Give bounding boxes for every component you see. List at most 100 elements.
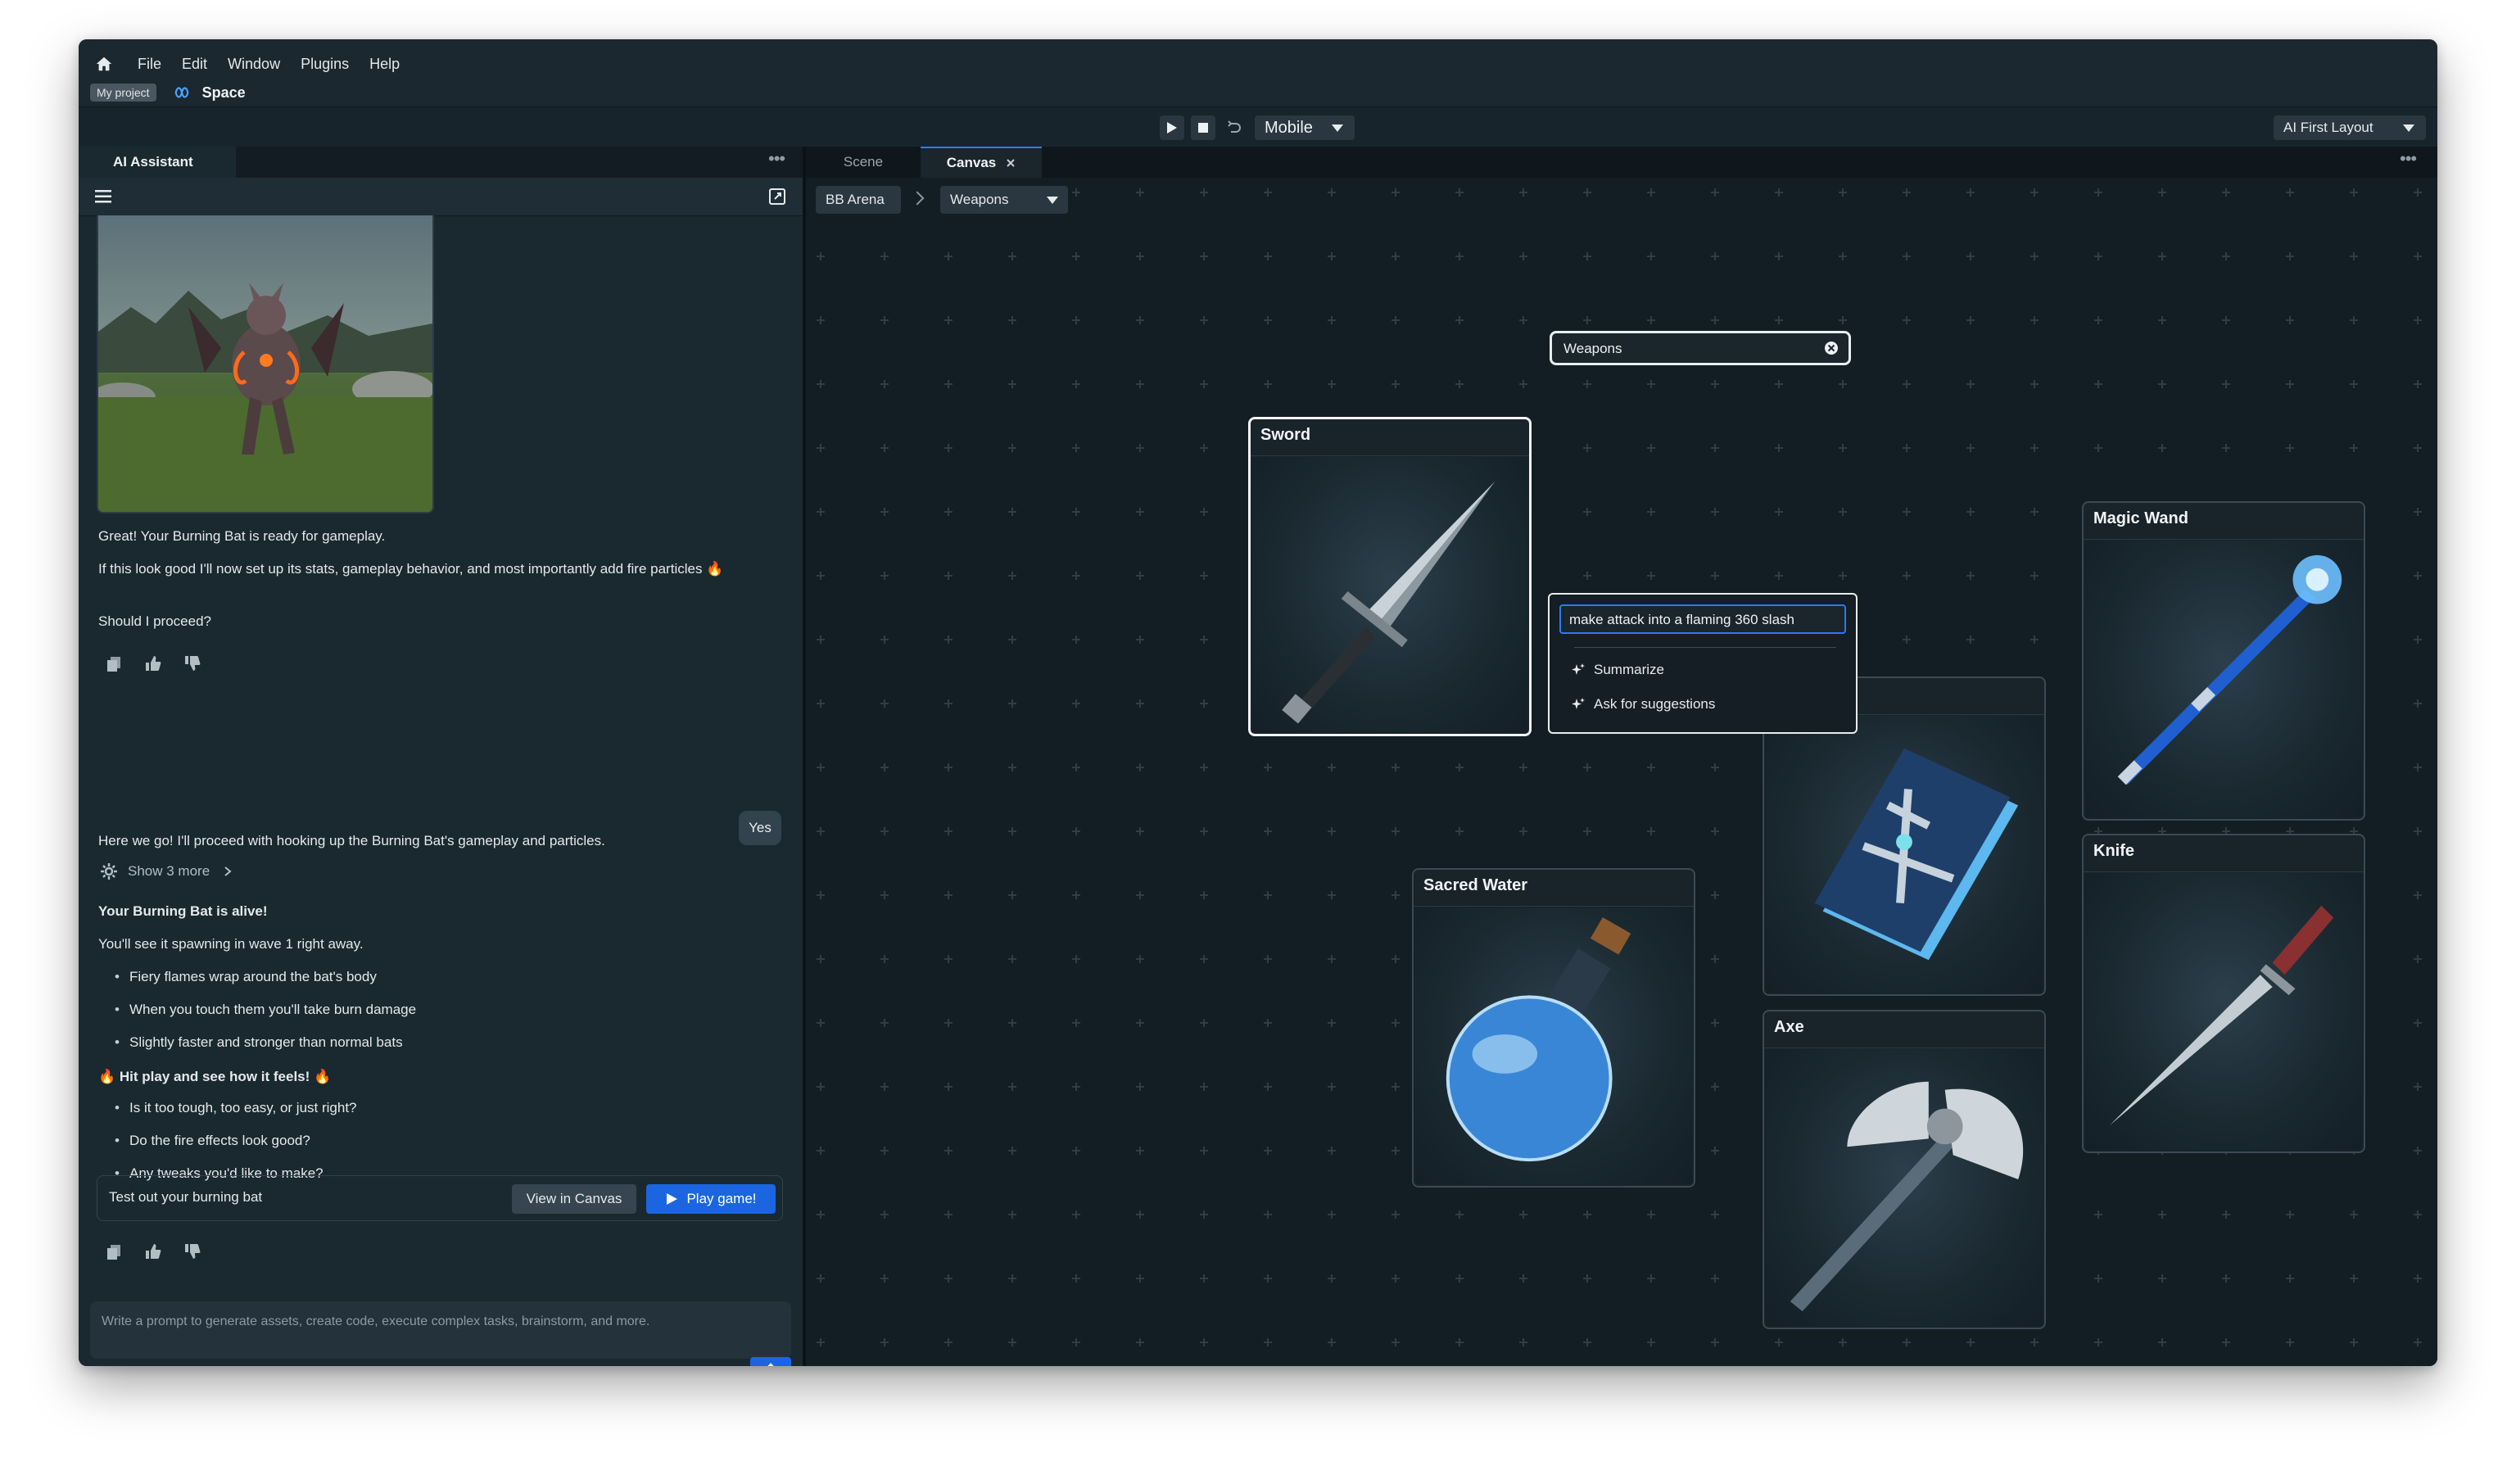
project-row: My project Space (90, 82, 246, 103)
assistant-heading: Your Burning Bat is alive! (98, 903, 268, 919)
ai-edit-popup: make attack into a flaming 360 slash Sum… (1548, 593, 1858, 734)
card-title: Sacred Water (1423, 876, 1528, 894)
play-game-button[interactable]: Play game! (646, 1184, 776, 1214)
message-feedback (105, 1242, 201, 1260)
asset-card-knife[interactable]: Knife (2082, 834, 2365, 1153)
breadcrumb-bb-arena[interactable]: BB Arena (816, 186, 901, 214)
card-divider (1764, 1047, 2044, 1048)
card-title: Axe (1774, 1018, 1804, 1036)
assistant-message: You'll see it spawning in wave 1 right a… (98, 936, 364, 952)
device-select-value: Mobile (1265, 118, 1313, 137)
sparkle-icon (1572, 698, 1585, 709)
canvas-filter-input[interactable]: Weapons (1550, 331, 1851, 365)
list-item: Is it too tough, too easy, or just right… (115, 1100, 356, 1116)
hamburger-menu-icon[interactable] (95, 189, 111, 204)
ai-edit-input[interactable]: make attack into a flaming 360 slash (1559, 604, 1846, 634)
thumbs-up-icon[interactable] (144, 654, 162, 672)
close-icon[interactable] (1006, 158, 1016, 168)
popup-option-summarize[interactable]: Summarize (1571, 662, 1664, 678)
stop-button[interactable] (1191, 115, 1215, 140)
menu-file[interactable]: File (138, 56, 161, 73)
action-card: Test out your burning bat View in Canvas… (97, 1175, 783, 1221)
more-options-icon[interactable]: ••• (768, 148, 785, 170)
prompt-input[interactable]: Write a prompt to generate assets, creat… (90, 1301, 791, 1359)
popup-option-ask-suggestions[interactable]: Ask for suggestions (1571, 696, 1715, 713)
view-in-canvas-button[interactable]: View in Canvas (512, 1184, 636, 1214)
card-divider (1414, 906, 1694, 907)
sword-icon (1282, 481, 1496, 724)
gear-icon (101, 863, 117, 880)
space-tab-label: Space (201, 84, 246, 101)
thumbs-down-icon[interactable] (183, 654, 201, 672)
arrow-up-icon (767, 1363, 774, 1366)
user-message-bubble: Yes (739, 811, 781, 845)
assistant-message: Here we go! I'll proceed with hooking up… (98, 833, 605, 848)
bible-image (1766, 716, 2043, 993)
thumbs-down-icon[interactable] (183, 1242, 201, 1260)
breadcrumb-weapons[interactable]: Weapons (940, 186, 1068, 214)
chevron-right-icon (224, 866, 232, 876)
chevron-down-icon (1332, 124, 1343, 132)
action-card-label: Test out your burning bat (109, 1189, 263, 1205)
left-panel-tabs: AI Assistant ••• (79, 147, 803, 178)
popup-divider (1574, 647, 1836, 648)
show-more-toggle[interactable]: Show 3 more (100, 862, 233, 880)
prompt-placeholder: Write a prompt to generate assets, creat… (102, 1314, 650, 1328)
more-options-icon[interactable]: ••• (2400, 148, 2417, 170)
list-item: Slightly faster and stronger than normal… (115, 1034, 403, 1051)
thumbs-up-icon[interactable] (144, 1242, 162, 1260)
knife-icon (2109, 905, 2334, 1126)
undo-icon (1228, 120, 1241, 133)
chevron-down-icon (1047, 197, 1058, 204)
list-item: Fiery flames wrap around the bat's body (115, 969, 377, 985)
sword-image (1252, 457, 1527, 732)
home-icon[interactable] (95, 55, 113, 73)
ai-edit-input-value: make attack into a flaming 360 slash (1569, 612, 1794, 627)
sacred-water-image (1415, 907, 1692, 1184)
new-chat-icon[interactable] (768, 188, 786, 206)
device-select[interactable]: Mobile (1255, 115, 1355, 140)
breadcrumb-weapons-label: Weapons (950, 192, 1009, 207)
layout-select[interactable]: AI First Layout (2274, 115, 2426, 140)
asset-card-sword[interactable]: Sword (1248, 417, 1532, 736)
list-item: Do the fire effects look good? (115, 1133, 310, 1149)
send-button[interactable] (750, 1357, 791, 1366)
list-item: When you touch them you'll take burn dam… (115, 1002, 416, 1018)
tab-canvas[interactable]: Canvas (921, 147, 1042, 178)
canvas-filter-value: Weapons (1563, 341, 1622, 356)
assistant-heading: 🔥 Hit play and see how it feels! 🔥 (98, 1069, 332, 1084)
play-button[interactable] (1160, 115, 1184, 140)
tab-scene[interactable]: Scene (806, 147, 921, 178)
space-tab[interactable]: Space (173, 84, 246, 102)
asset-card-sacred-water[interactable]: Sacred Water (1412, 868, 1695, 1188)
menu-help[interactable]: Help (369, 56, 400, 73)
axe-image (1766, 1049, 2043, 1326)
play-icon (667, 1193, 678, 1205)
assistant-message: Should I proceed? (98, 613, 211, 629)
assistant-message: If this look good I'll now set up its st… (98, 561, 724, 577)
space-logo-icon (174, 87, 189, 98)
menu-bar: File Edit Window Plugins Help My project… (79, 39, 2437, 106)
message-feedback (105, 654, 201, 672)
burning-bat-preview-image[interactable] (97, 215, 434, 514)
popup-option-label: Summarize (1594, 662, 1664, 677)
clear-icon[interactable] (1824, 341, 1839, 355)
menu-window[interactable]: Window (228, 56, 280, 73)
copy-icon[interactable] (105, 1242, 123, 1260)
assistant-message: Great! Your Burning Bat is ready for gam… (98, 528, 386, 544)
stop-icon (1198, 123, 1208, 133)
card-divider (1251, 455, 1529, 456)
menu-plugins[interactable]: Plugins (301, 56, 349, 73)
asset-card-axe[interactable]: Axe (1763, 1010, 2046, 1329)
project-badge[interactable]: My project (90, 84, 156, 102)
menu-edit[interactable]: Edit (182, 56, 207, 73)
tab-ai-assistant[interactable]: AI Assistant (79, 147, 236, 178)
undo-button[interactable] (1222, 115, 1247, 140)
magic-wand-image (2085, 541, 2362, 817)
book-icon (1814, 748, 2019, 961)
copy-icon[interactable] (105, 654, 123, 672)
magic-wand-icon (2117, 554, 2342, 785)
burning-bat-render (98, 215, 432, 512)
asset-card-magic-wand[interactable]: Magic Wand (2082, 501, 2365, 821)
card-title: Knife (2093, 842, 2134, 860)
